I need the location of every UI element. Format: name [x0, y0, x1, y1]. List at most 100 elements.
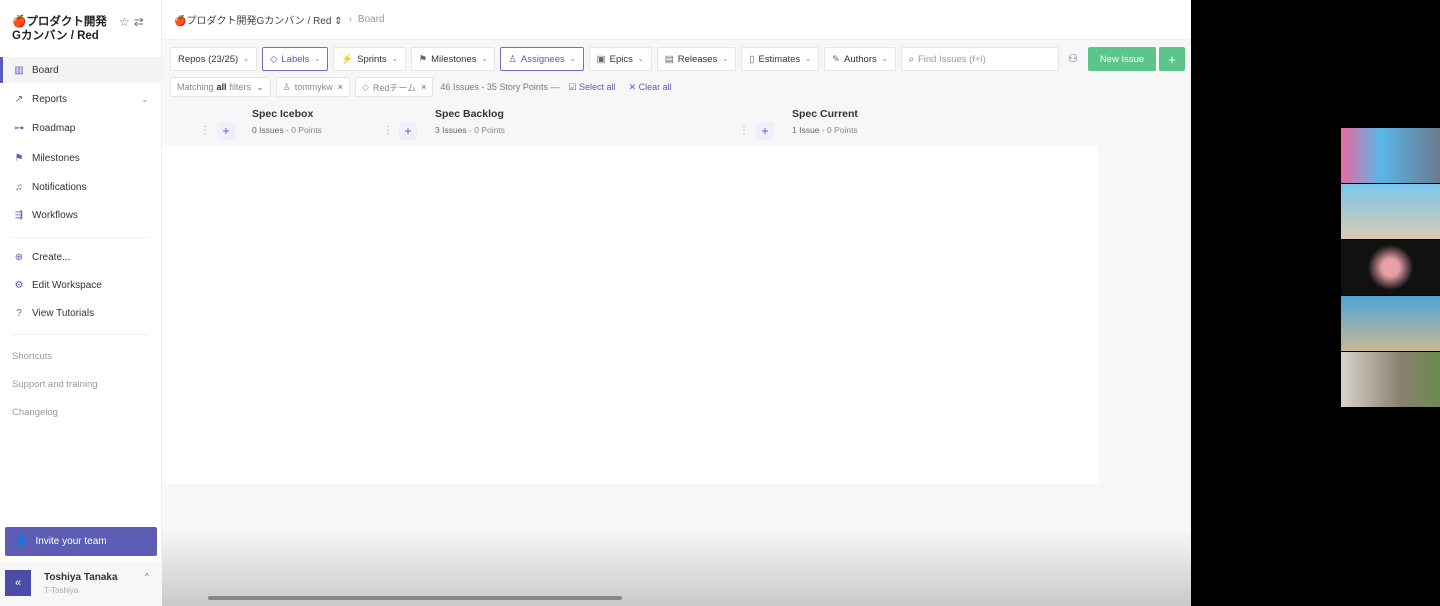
matching-filter-select[interactable]: Matching all filters ⌄	[170, 77, 271, 97]
add-user-icon: 👤	[15, 536, 28, 547]
board-icon: ▥	[14, 64, 24, 76]
filter-chip-label[interactable]: ◇ Redチーム ×	[354, 77, 434, 97]
select-all-button[interactable]: ☑ Select all	[568, 82, 615, 93]
add-issue-button[interactable]: +	[217, 122, 235, 140]
column-spec-icebox: Spec Icebox 0 Issues - 0 Points	[252, 108, 322, 135]
new-issue-button[interactable]: New Issue	[1088, 47, 1156, 71]
chevron-down-icon: ⌄	[805, 56, 812, 63]
chevron-down-icon: ⌄	[391, 56, 398, 63]
user-handle: T-Toshiya	[44, 586, 79, 595]
bottom-shade	[162, 530, 1191, 606]
help-icon: ?	[16, 307, 22, 319]
video-participant	[1341, 296, 1440, 351]
invite-team-button[interactable]: 👤 Invite your team	[5, 527, 157, 556]
breadcrumb: 🍎プロダクト開発Gカンバン / Red ⇕ › Board	[162, 0, 1191, 40]
reports-icon: ↗	[14, 93, 24, 105]
column-menu-icon[interactable]: ⋮	[200, 125, 210, 136]
issue-count: 46 Issues - 35 Story Points —	[440, 82, 560, 92]
horizontal-scrollbar[interactable]	[208, 596, 622, 600]
filter-toolbar: Repos (23/25) ⌄ ◇ Labels ⌄ ⚡ Sprints ⌄ ⚑ Miles…	[170, 47, 1059, 71]
support-link[interactable]: Support and training	[12, 379, 98, 390]
sidebar-item-notifications[interactable]: ♫ Notifications	[0, 174, 162, 200]
sidebar-item-reports[interactable]: ↗ Reports ⌄	[0, 86, 162, 112]
user-menu[interactable]: « Toshiya Tanaka T-Toshiya ^	[0, 562, 162, 606]
chevron-down-icon: ⌄	[314, 56, 321, 63]
tag-icon: ◇	[361, 81, 369, 92]
sidebar-item-milestones[interactable]: ⚑ Milestones	[0, 145, 162, 171]
authors-filter[interactable]: ✎ Authors ⌄	[824, 47, 896, 71]
add-issue-button[interactable]: +	[399, 122, 417, 140]
changelog-link[interactable]: Changelog	[12, 407, 58, 418]
app-window: 🍎プロダクト開発Gカンバン / Red ☆⇄ ▥ Board ↗ Reports ⌄ …	[0, 0, 1191, 606]
tag-icon: ◇	[270, 53, 278, 65]
sidebar-item-roadmap[interactable]: ⊶ Roadmap	[0, 115, 162, 141]
release-icon: ▤	[664, 53, 674, 65]
video-participant	[1341, 128, 1440, 183]
chevron-down-icon: ⌄	[722, 56, 729, 63]
clear-all-button[interactable]: ✕ Clear all	[629, 82, 672, 93]
milestone-icon: ⚑	[14, 152, 24, 164]
star-icon[interactable]: ☆	[119, 15, 134, 29]
edit-workspace-button[interactable]: ⚙ Edit Workspace	[0, 272, 162, 298]
sprints-filter[interactable]: ⚡ Sprints ⌄	[333, 47, 406, 71]
gear-icon: ⚙	[14, 279, 24, 291]
assignees-filter[interactable]: ♙ Assignees ⌄	[500, 47, 584, 71]
divider	[12, 237, 148, 238]
close-icon[interactable]: ×	[421, 82, 426, 92]
video-participant	[1341, 352, 1440, 407]
sidebar-item-board[interactable]: ▥ Board	[0, 57, 162, 83]
add-button[interactable]: +	[1159, 47, 1185, 71]
search-input[interactable]: ⌕ Find Issues (f+i)	[900, 47, 1059, 71]
user-name: Toshiya Tanaka	[44, 572, 118, 583]
filter-chip-assignee[interactable]: ♙ tommykw ×	[275, 77, 350, 97]
shortcuts-link[interactable]: Shortcuts	[12, 351, 52, 362]
column-menu-icon[interactable]: ⋮	[383, 125, 393, 136]
breadcrumb-page: Board	[357, 14, 385, 25]
milestone-icon: ⚑	[418, 53, 428, 65]
board-area	[162, 145, 1098, 484]
chevron-down-icon: ⌄	[243, 56, 250, 63]
column-menu-icon[interactable]: ⋮	[739, 125, 749, 136]
sidebar: 🍎プロダクト開発Gカンバン / Red ☆⇄ ▥ Board ↗ Reports ⌄ …	[0, 0, 162, 606]
epic-icon: ▣	[596, 53, 606, 65]
close-icon[interactable]: ×	[338, 82, 343, 92]
epics-filter[interactable]: ▣ Epics ⌄	[588, 47, 652, 71]
create-button[interactable]: ⊕ Create...	[0, 244, 162, 270]
milestones-filter[interactable]: ⚑ Milestones ⌄	[410, 47, 496, 71]
video-participant	[1341, 240, 1440, 295]
chevron-down-icon: ⌄	[881, 56, 888, 63]
estimate-icon: ▯	[749, 53, 755, 65]
divider	[12, 334, 148, 335]
chevron-right-icon: ›	[348, 14, 352, 25]
person-icon: ♙	[282, 81, 291, 92]
labels-filter[interactable]: ◇ Labels ⌄	[262, 47, 329, 71]
chevron-up-icon[interactable]: ^	[145, 572, 149, 581]
active-filters: Matching all filters ⌄ ♙ tommykw × ◇ Redチーム × 4…	[170, 77, 672, 97]
column-spec-current: Spec Current 1 Issue - 0 Points	[792, 108, 858, 135]
toggle-view-icon[interactable]: ⚇	[1068, 52, 1078, 65]
releases-filter[interactable]: ▤ Releases ⌄	[656, 47, 737, 71]
lightning-icon: ⚡	[341, 53, 354, 65]
roadmap-icon: ⊶	[14, 122, 24, 134]
chevron-down-icon: ⌄	[569, 56, 576, 63]
chevron-down-icon[interactable]: ⌄	[141, 95, 148, 104]
sidebar-item-workflows[interactable]: ⇶ Workflows	[0, 202, 162, 228]
plus-circle-icon: ⊕	[14, 251, 24, 263]
chevron-down-icon: ⌄	[256, 81, 264, 92]
repos-filter[interactable]: Repos (23/25) ⌄	[170, 47, 258, 71]
bell-icon: ♫	[15, 181, 23, 193]
search-icon: ⌕	[908, 53, 914, 65]
column-spec-backlog: Spec Backlog 3 Issues - 0 Points	[435, 108, 505, 135]
chevron-down-icon: ⌄	[481, 56, 488, 63]
workspace-name[interactable]: 🍎プロダクト開発Gカンバン / Red	[12, 15, 112, 43]
breadcrumb-workspace[interactable]: 🍎プロダクト開発Gカンバン / Red ⇕	[174, 12, 343, 27]
view-tutorials-button[interactable]: ? View Tutorials	[0, 300, 162, 326]
edit-icon: ✎	[832, 53, 840, 65]
chevron-down-icon: ⌄	[637, 56, 644, 63]
switch-workspace-icon[interactable]: ⇄	[134, 15, 148, 29]
add-issue-button[interactable]: +	[756, 122, 774, 140]
collapse-sidebar-button[interactable]: «	[5, 570, 31, 596]
person-icon: ♙	[508, 53, 517, 65]
video-participant	[1341, 184, 1440, 239]
estimates-filter[interactable]: ▯ Estimates ⌄	[741, 47, 820, 71]
